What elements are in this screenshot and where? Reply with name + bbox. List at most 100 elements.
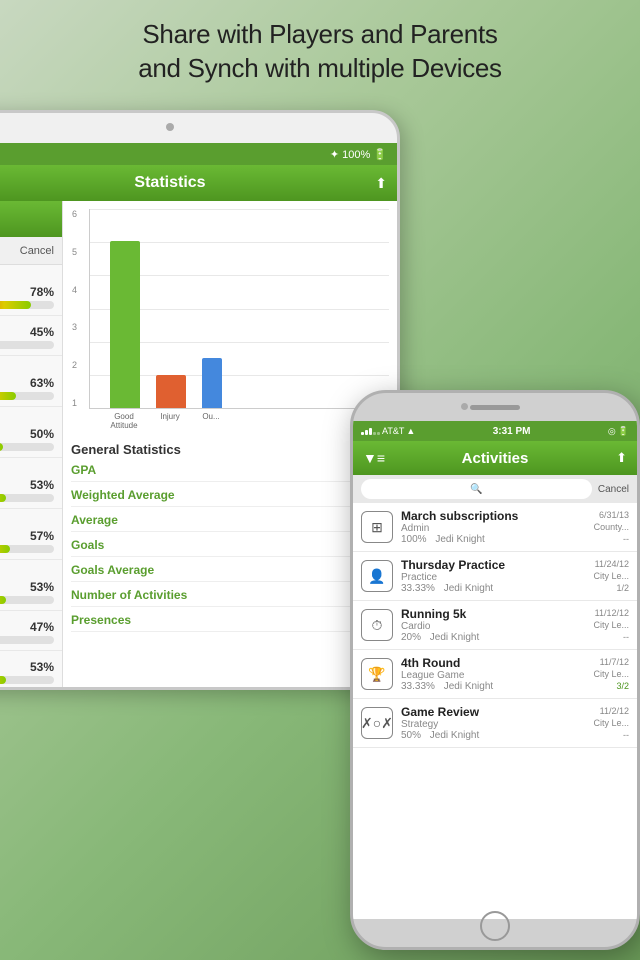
- ipad-statusbar: 12:55 PM ✦ 100% 🔋: [0, 143, 397, 165]
- sidebar-label-3: er: [0, 413, 54, 424]
- activity-icon-1: 👤: [361, 560, 393, 592]
- progress-fill-3: [0, 443, 3, 451]
- iphone-camera: [461, 403, 468, 410]
- sidebar-label-0: all: [0, 271, 54, 282]
- sidebar-item-1[interactable]: 45%: [0, 316, 62, 356]
- activity-icon-3: 🏆: [361, 658, 393, 690]
- sidebar-header: ⬆: [0, 201, 62, 237]
- iphone-share-button[interactable]: ⬆: [616, 450, 627, 466]
- activity-detail-4: 50% Jedi Knight: [401, 730, 585, 741]
- ipad-share-button[interactable]: ⬆: [375, 175, 387, 192]
- activity-items-container: ⊞ March subscriptions Admin 100% Jedi Kn…: [353, 503, 637, 748]
- activity-info-2: Running 5k Cardio 20% Jedi Knight: [401, 607, 585, 643]
- sidebar-item-4[interactable]: els 53%: [0, 458, 62, 509]
- sidebar-item-3[interactable]: er 50%: [0, 407, 62, 458]
- iphone-speaker: [470, 405, 520, 410]
- stats-title: General Statistics: [71, 442, 389, 457]
- filter-button[interactable]: ▼≡: [363, 450, 385, 466]
- location-icon: ◎: [608, 426, 616, 437]
- sidebar-pct-4: 53%: [0, 478, 54, 492]
- activity-item-3[interactable]: 🏆 4th Round League Game 33.33% Jedi Knig…: [353, 650, 637, 699]
- sidebar-item-6[interactable]: n 53%: [0, 560, 62, 611]
- stats-item-0[interactable]: GPA: [71, 463, 389, 482]
- activity-item-2[interactable]: ⏱ Running 5k Cardio 20% Jedi Knight 11/1…: [353, 601, 637, 650]
- activity-info-3: 4th Round League Game 33.33% Jedi Knight: [401, 656, 585, 692]
- sidebar-pct-6: 53%: [0, 580, 54, 594]
- progress-fill-8: [0, 676, 6, 684]
- activity-meta-0: 6/31/13 County... --: [594, 510, 629, 544]
- activity-item-4[interactable]: ✗○✗ Game Review Strategy 50% Jedi Knight…: [353, 699, 637, 748]
- progress-bar-3: [0, 443, 54, 451]
- activity-item-0[interactable]: ⊞ March subscriptions Admin 100% Jedi Kn…: [353, 503, 637, 552]
- iphone-home-button[interactable]: [480, 911, 510, 941]
- x-label-injury: Injury: [155, 412, 185, 430]
- sidebar-cancel-bar: Cancel: [0, 237, 62, 265]
- bar-injury: [156, 375, 186, 408]
- sidebar-pct-7: 47%: [0, 620, 54, 634]
- sidebar-label-6: n: [0, 566, 54, 577]
- search-field[interactable]: 🔍: [361, 479, 592, 499]
- sidebar-pct-3: 50%: [0, 427, 54, 441]
- activity-item-1[interactable]: 👤 Thursday Practice Practice 33.33% Jedi…: [353, 552, 637, 601]
- signal-icon: [361, 428, 380, 435]
- chart-y-labels: 6 5 4 3 2 1: [72, 209, 77, 408]
- stats-item-4[interactable]: Goals Average: [71, 563, 389, 582]
- sidebar-item-8[interactable]: 53%: [0, 651, 62, 687]
- ipad-camera: [166, 123, 174, 131]
- iphone-time: 3:31 PM: [493, 426, 531, 437]
- search-cancel[interactable]: Cancel: [598, 484, 629, 495]
- iphone-nav-title: Activities: [462, 450, 529, 467]
- activity-name-0: March subscriptions: [401, 509, 586, 523]
- progress-bar-2: [0, 392, 54, 400]
- sidebar-pct-2: 63%: [0, 376, 54, 390]
- wifi-icon: ▲: [406, 426, 415, 436]
- stats-item-3[interactable]: Goals: [71, 538, 389, 557]
- stats-item-1[interactable]: Weighted Average: [71, 488, 389, 507]
- activity-meta-2: 11/12/12 City Le... --: [593, 608, 629, 642]
- stats-item-2[interactable]: Average: [71, 513, 389, 532]
- activity-icon-4: ✗○✗: [361, 707, 393, 739]
- cancel-label[interactable]: Cancel: [20, 245, 54, 257]
- sidebar-pct-5: 57%: [0, 529, 54, 543]
- activity-name-2: Running 5k: [401, 607, 585, 621]
- sidebar-label-5: g: [0, 515, 54, 526]
- ipad-battery: ✦ 100% 🔋: [330, 148, 387, 161]
- activity-detail-2: 20% Jedi Knight: [401, 632, 585, 643]
- chart-grid: 6 5 4 3 2 1: [89, 209, 389, 409]
- iphone-carrier: AT&T: [382, 426, 404, 436]
- progress-fill-4: [0, 494, 6, 502]
- ipad-sidebar: ⬆ Cancel all 78% 45% r 63% er 50%: [0, 201, 63, 687]
- ipad-content: ⬆ Cancel all 78% 45% r 63% er 50%: [0, 201, 397, 687]
- iphone-navbar: ▼≡ Activities ⬆: [353, 441, 637, 475]
- bar-fill-injury: [156, 375, 186, 408]
- activity-list: ⊞ March subscriptions Admin 100% Jedi Kn…: [353, 503, 637, 748]
- iphone-search-bar: 🔍 Cancel: [353, 475, 637, 503]
- sidebar-pct-8: 53%: [0, 660, 54, 674]
- stats-items-list: GPA Weighted Average Average Goals Goals Ave…: [71, 463, 389, 632]
- progress-bar-8: [0, 676, 54, 684]
- progress-fill-5: [0, 545, 10, 553]
- x-label-other: Ou...: [201, 412, 221, 430]
- activity-sub-3: League Game: [401, 670, 585, 681]
- sidebar-item-7[interactable]: 47%: [0, 611, 62, 651]
- header-section: Share with Players and Parents and Synch…: [0, 18, 640, 86]
- sidebar-label-4: els: [0, 464, 54, 475]
- activity-meta-3: 11/7/12 City Le... 3/2: [593, 657, 629, 691]
- bar-fill-other: [202, 358, 222, 408]
- header-title: Share with Players and Parents and Synch…: [0, 18, 640, 86]
- bar-fill-good-attitude: [110, 241, 140, 408]
- iphone-status-right: ◎ 🔋: [608, 426, 629, 437]
- sidebar-item-2[interactable]: r 63%: [0, 356, 62, 407]
- ipad-chart-area: 6 5 4 3 2 1: [63, 201, 397, 687]
- x-label-good: Good Attitude: [109, 412, 139, 430]
- stats-item-5[interactable]: Number of Activities: [71, 588, 389, 607]
- ipad-nav-title: Statistics: [134, 174, 205, 192]
- activity-sub-2: Cardio: [401, 621, 585, 632]
- progress-bar-4: [0, 494, 54, 502]
- iphone-status-left: AT&T ▲: [361, 426, 415, 436]
- activity-info-4: Game Review Strategy 50% Jedi Knight: [401, 705, 585, 741]
- activity-name-4: Game Review: [401, 705, 585, 719]
- sidebar-item-5[interactable]: g 57%: [0, 509, 62, 560]
- sidebar-item-0[interactable]: all 78%: [0, 265, 62, 316]
- stats-item-6[interactable]: Presences: [71, 613, 389, 632]
